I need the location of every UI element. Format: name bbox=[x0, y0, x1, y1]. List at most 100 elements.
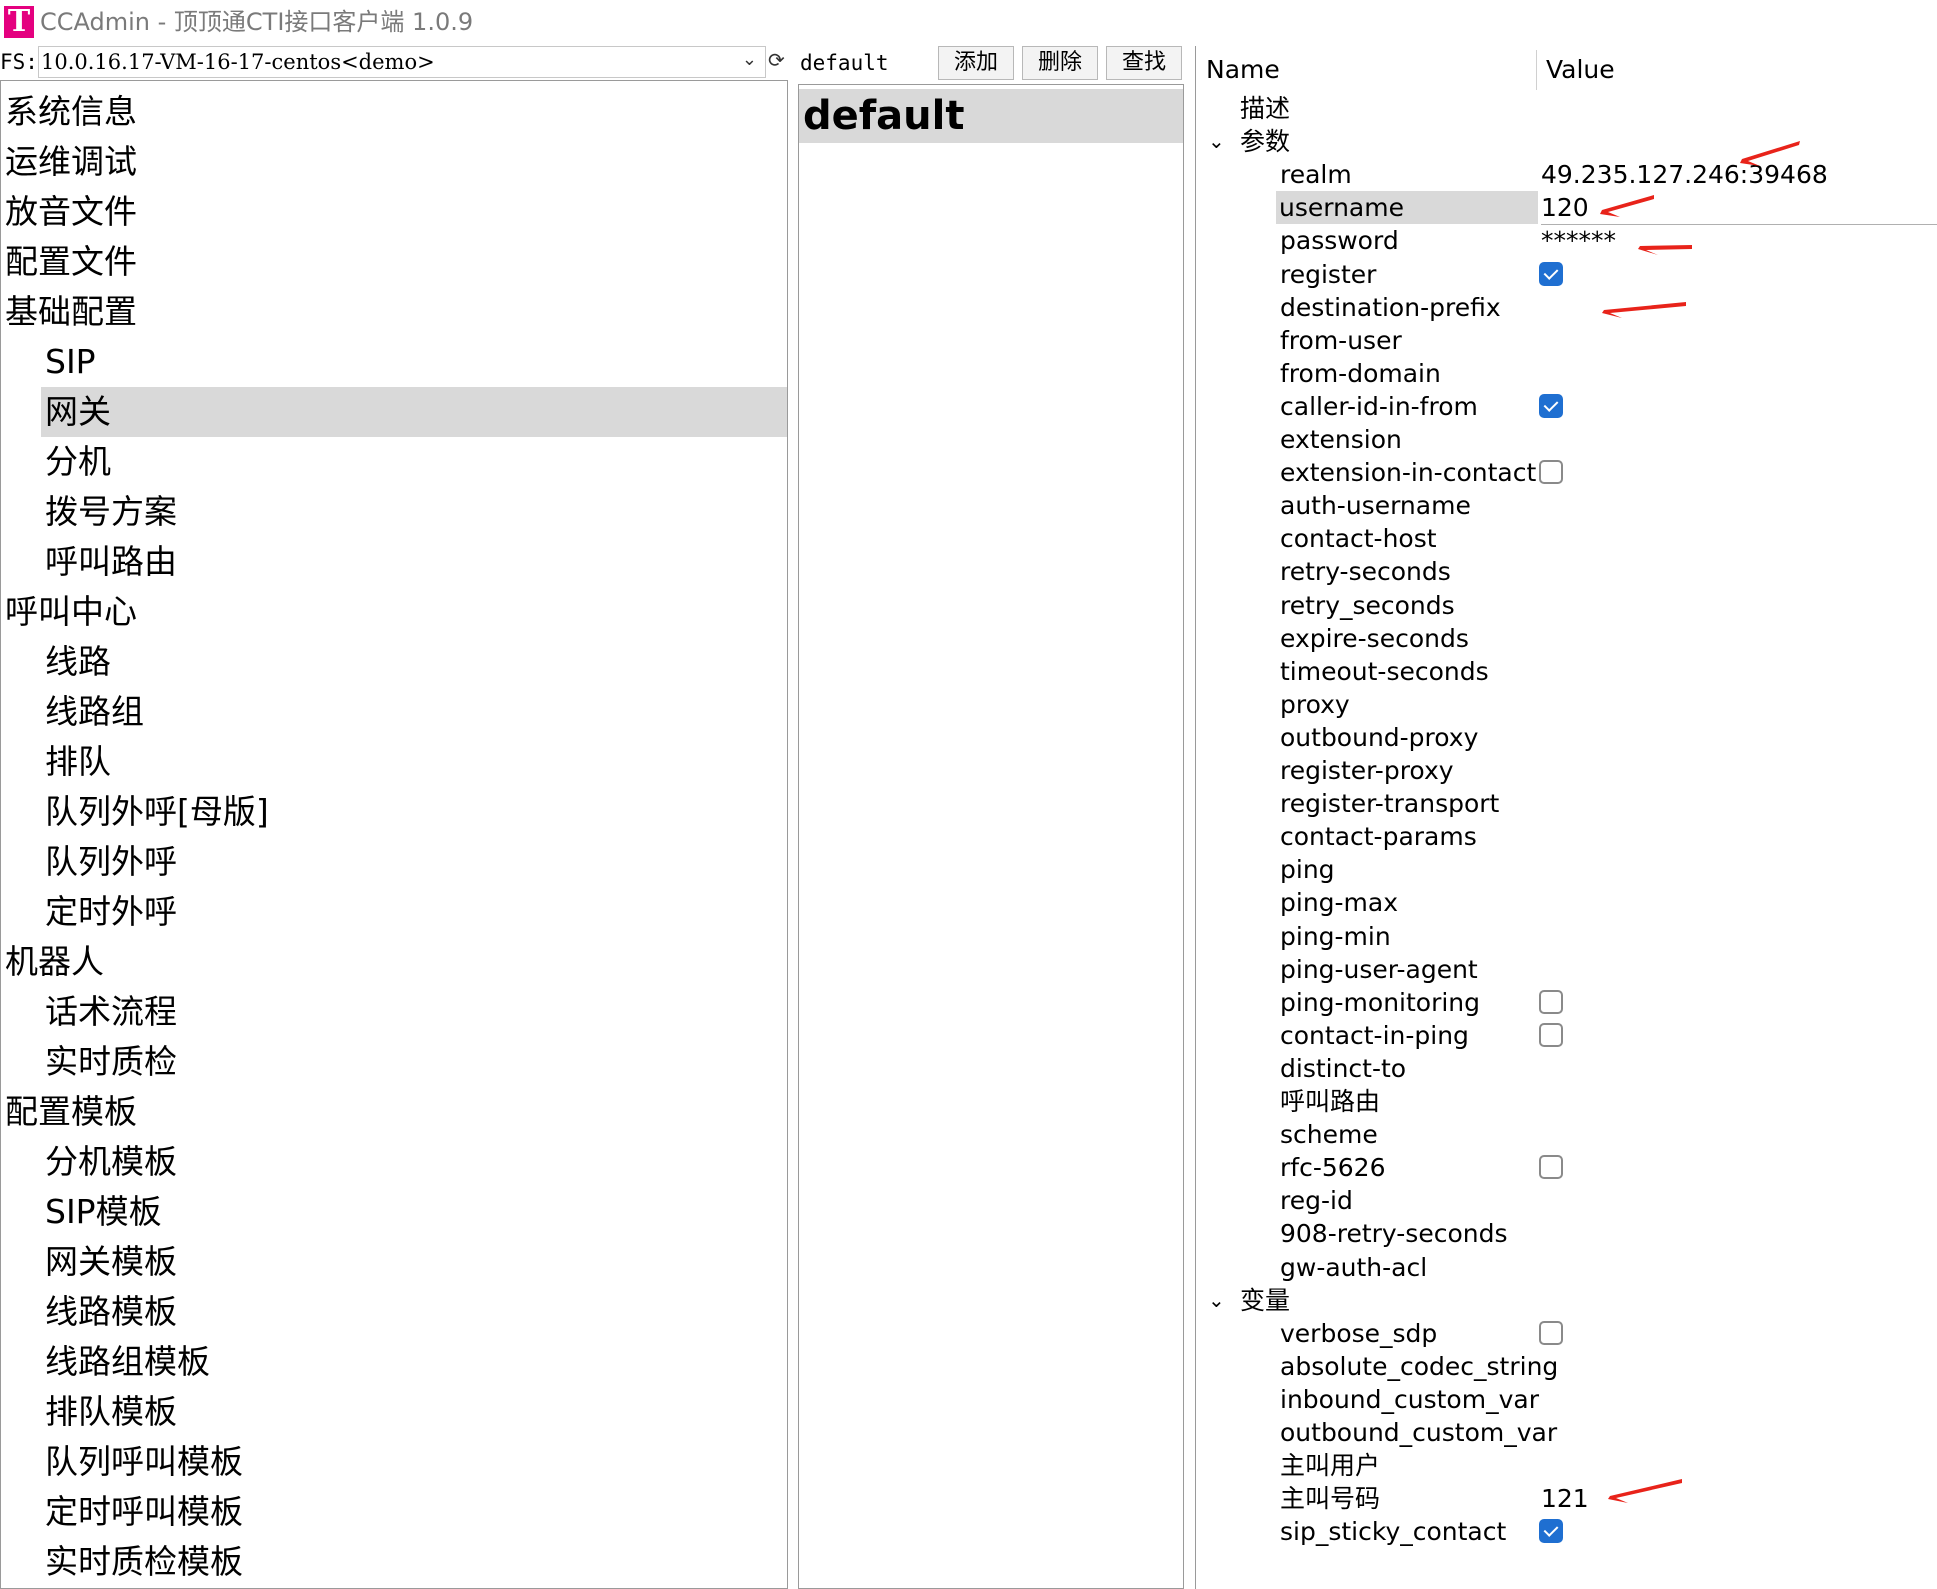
property-row[interactable]: extension bbox=[1196, 423, 1937, 456]
tree-item[interactable]: 拨号方案 bbox=[45, 487, 177, 537]
property-row[interactable]: register-proxy bbox=[1196, 754, 1937, 787]
property-row[interactable]: ⌄ 变量 bbox=[1196, 1284, 1937, 1317]
property-row[interactable]: outbound-proxy bbox=[1196, 721, 1937, 754]
property-row[interactable]: expire-seconds bbox=[1196, 622, 1937, 655]
title-bar: T CCAdmin - 顶顶通CTI接口客户端 1.0.9 bbox=[0, 0, 1937, 44]
tree-item[interactable]: 呼叫路由 bbox=[45, 537, 177, 587]
property-value[interactable]: 49.235.127.246:39468 bbox=[1541, 158, 1828, 191]
property-row[interactable]: 描述 bbox=[1196, 92, 1937, 125]
property-row[interactable]: username 120 bbox=[1196, 191, 1937, 225]
property-row[interactable]: from-user bbox=[1196, 324, 1937, 357]
property-row[interactable]: retry_seconds bbox=[1196, 589, 1937, 622]
tree-item[interactable]: 网关模板 bbox=[45, 1237, 177, 1287]
property-row[interactable]: rfc-5626 bbox=[1196, 1151, 1937, 1184]
property-value[interactable]: 121 bbox=[1541, 1482, 1589, 1515]
property-row[interactable]: password ****** bbox=[1196, 224, 1937, 257]
tree-item[interactable]: SIP模板 bbox=[45, 1187, 162, 1237]
property-row[interactable]: ping-max bbox=[1196, 886, 1937, 919]
property-checkbox[interactable] bbox=[1539, 460, 1563, 484]
tree-item[interactable]: SIP bbox=[45, 337, 96, 387]
property-row[interactable]: ping-min bbox=[1196, 920, 1937, 953]
tree-item[interactable]: 放音文件 bbox=[5, 187, 137, 237]
property-row[interactable]: contact-in-ping bbox=[1196, 1019, 1937, 1052]
property-row[interactable]: 呼叫路由 bbox=[1196, 1085, 1937, 1118]
property-row[interactable]: realm 49.235.127.246:39468 bbox=[1196, 158, 1937, 191]
property-row[interactable]: sip_sticky_contact bbox=[1196, 1515, 1937, 1548]
tree-item[interactable]: 配置模板 bbox=[5, 1087, 137, 1137]
tree-item[interactable]: 基础配置 bbox=[5, 287, 137, 337]
tree-item[interactable]: 线路模板 bbox=[45, 1287, 177, 1337]
property-row[interactable]: verbose_sdp bbox=[1196, 1317, 1937, 1350]
property-row[interactable]: register bbox=[1196, 258, 1937, 291]
property-row[interactable]: from-domain bbox=[1196, 357, 1937, 390]
tree-item[interactable]: 线路 bbox=[45, 637, 111, 687]
chevron-down-icon[interactable]: ⌄ bbox=[1208, 1284, 1225, 1317]
add-button[interactable]: 添加 bbox=[938, 46, 1014, 80]
fs-server-select[interactable]: 10.0.16.17-VM-16-17-centos<demo> ⌄ bbox=[38, 46, 766, 78]
property-row[interactable]: ping-monitoring bbox=[1196, 986, 1937, 1019]
column-divider[interactable] bbox=[1536, 50, 1537, 90]
property-row[interactable]: reg-id bbox=[1196, 1184, 1937, 1217]
property-row[interactable]: proxy bbox=[1196, 688, 1937, 721]
property-row[interactable]: ping bbox=[1196, 853, 1937, 886]
tree-item[interactable]: 线路组模板 bbox=[45, 1337, 210, 1387]
property-row[interactable]: outbound_custom_var bbox=[1196, 1416, 1937, 1449]
property-row[interactable]: auth-username bbox=[1196, 489, 1937, 522]
property-row[interactable]: absolute_codec_string bbox=[1196, 1350, 1937, 1383]
property-row[interactable]: extension-in-contact bbox=[1196, 456, 1937, 489]
tree-item[interactable]: 排队模板 bbox=[45, 1387, 177, 1437]
property-name: password bbox=[1280, 226, 1399, 255]
find-button[interactable]: 查找 bbox=[1106, 46, 1182, 80]
property-row[interactable]: distinct-to bbox=[1196, 1052, 1937, 1085]
tree-item[interactable]: 线路组 bbox=[45, 687, 144, 737]
tree-item[interactable]: 分机 bbox=[45, 437, 111, 487]
column-header-value[interactable]: Value bbox=[1546, 52, 1615, 88]
property-checkbox[interactable] bbox=[1539, 1023, 1563, 1047]
property-row[interactable]: ⌄ 参数 bbox=[1196, 125, 1937, 158]
property-row[interactable]: 908-retry-seconds bbox=[1196, 1217, 1937, 1250]
refresh-icon[interactable]: ⟳ bbox=[768, 48, 785, 72]
property-row[interactable]: 主叫号码 121 bbox=[1196, 1482, 1937, 1515]
property-row[interactable]: inbound_custom_var bbox=[1196, 1383, 1937, 1416]
property-row[interactable]: contact-params bbox=[1196, 820, 1937, 853]
tree-item[interactable]: 呼叫中心 bbox=[5, 587, 137, 637]
tree-item[interactable]: 机器人 bbox=[5, 937, 104, 987]
list-item[interactable]: default bbox=[799, 89, 1183, 143]
tree-item[interactable]: 话术流程 bbox=[45, 987, 177, 1037]
property-row[interactable]: caller-id-in-from bbox=[1196, 390, 1937, 423]
property-row[interactable]: ping-user-agent bbox=[1196, 953, 1937, 986]
property-row[interactable]: scheme bbox=[1196, 1118, 1937, 1151]
tree-item[interactable]: 队列呼叫模板 bbox=[45, 1437, 243, 1487]
property-checkbox[interactable] bbox=[1539, 262, 1563, 286]
property-row[interactable]: retry-seconds bbox=[1196, 555, 1937, 588]
property-row[interactable]: 主叫用户 bbox=[1196, 1449, 1937, 1482]
tree-item[interactable]: 队列外呼[母版] bbox=[45, 787, 269, 837]
tree-item[interactable]: 定时呼叫模板 bbox=[45, 1487, 243, 1537]
property-checkbox[interactable] bbox=[1539, 1519, 1563, 1543]
delete-button[interactable]: 删除 bbox=[1022, 46, 1098, 80]
tree-item[interactable]: 实时质检模板 bbox=[45, 1537, 243, 1587]
property-value[interactable]: ****** bbox=[1541, 224, 1616, 257]
filter-input[interactable] bbox=[798, 46, 928, 80]
property-row[interactable]: timeout-seconds bbox=[1196, 655, 1937, 688]
tree-item[interactable]: 定时外呼 bbox=[45, 887, 177, 937]
property-checkbox[interactable] bbox=[1539, 1321, 1563, 1345]
column-header-name[interactable]: Name bbox=[1206, 52, 1280, 88]
property-checkbox[interactable] bbox=[1539, 1155, 1563, 1179]
tree-item[interactable]: 运维调试 bbox=[5, 137, 137, 187]
tree-item[interactable]: 配置文件 bbox=[5, 237, 137, 287]
property-row[interactable]: gw-auth-acl bbox=[1196, 1251, 1937, 1284]
tree-item[interactable]: 网关 bbox=[41, 387, 787, 437]
chevron-down-icon[interactable]: ⌄ bbox=[1208, 125, 1225, 158]
property-row[interactable]: register-transport bbox=[1196, 787, 1937, 820]
tree-item[interactable]: 实时质检 bbox=[45, 1037, 177, 1087]
tree-item[interactable]: 队列外呼 bbox=[45, 837, 177, 887]
property-value[interactable]: 120 bbox=[1541, 191, 1937, 225]
tree-item[interactable]: 排队 bbox=[45, 737, 111, 787]
property-checkbox[interactable] bbox=[1539, 990, 1563, 1014]
property-checkbox[interactable] bbox=[1539, 394, 1563, 418]
property-row[interactable]: destination-prefix bbox=[1196, 291, 1937, 324]
tree-item[interactable]: 分机模板 bbox=[45, 1137, 177, 1187]
tree-item[interactable]: 系统信息 bbox=[5, 87, 137, 137]
property-row[interactable]: contact-host bbox=[1196, 522, 1937, 555]
